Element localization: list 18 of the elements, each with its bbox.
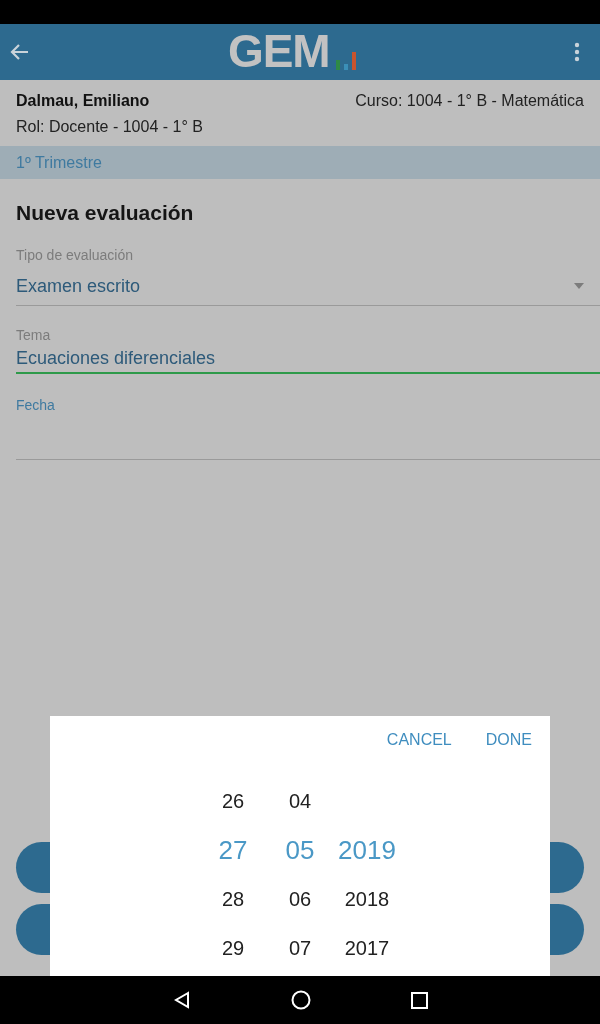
dropdown-caret-icon (574, 283, 584, 289)
user-name: Dalmau, Emiliano (16, 91, 150, 111)
home-nav-icon[interactable] (290, 990, 311, 1010)
role-label: Rol: Docente - 1004 - 1° B (16, 117, 204, 137)
dialog-button[interactable]: DONE (485, 728, 532, 752)
back-nav-icon[interactable] (172, 991, 191, 1009)
app-logo: GEM (228, 28, 330, 74)
input-field[interactable]: Ecuaciones diferenciales (16, 345, 600, 374)
course-label: Curso: 1004 - 1° B - Matemática (355, 91, 584, 111)
field-label: Tipo de evaluación (16, 245, 134, 265)
field-label: Tema (16, 325, 52, 345)
dropdown-field[interactable]: Examen escrito (16, 267, 600, 306)
form-title: Nueva evaluación (16, 200, 195, 226)
dialog-button[interactable]: CANCEL (386, 728, 452, 752)
period-bar: 1º Trimestre (0, 146, 600, 179)
more-options-icon[interactable] (574, 42, 580, 62)
field-label: Fecha (16, 395, 56, 415)
recents-nav-icon[interactable] (410, 991, 428, 1009)
